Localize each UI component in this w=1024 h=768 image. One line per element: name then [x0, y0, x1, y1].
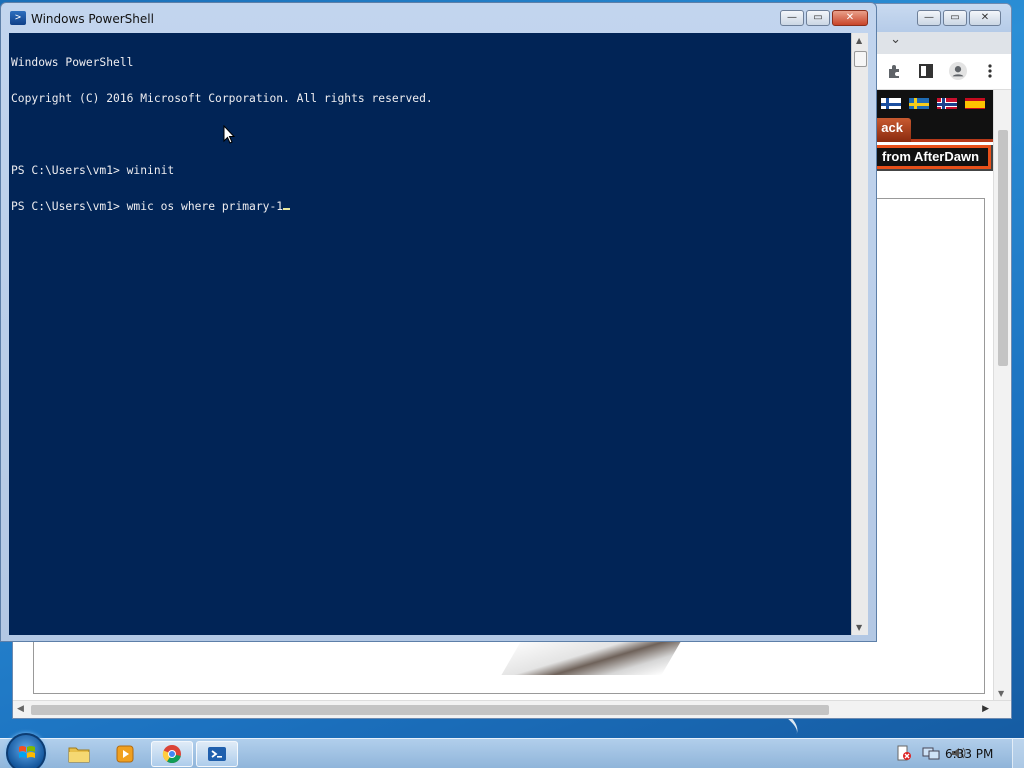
menu-icon[interactable] [981, 62, 999, 80]
powershell-icon [208, 747, 226, 761]
console-line: Windows PowerShell [11, 56, 134, 69]
text-cursor [283, 208, 291, 210]
sweden-flag-icon[interactable] [909, 96, 929, 109]
maximize-button[interactable]: ▭ [806, 10, 830, 26]
media-player-icon [116, 745, 134, 763]
action-center-icon[interactable] [896, 745, 912, 765]
powershell-window: > Windows PowerShell — ▭ ✕ Windows Power… [0, 2, 877, 642]
close-button[interactable]: ✕ [832, 10, 868, 26]
spain-flag-icon[interactable] [965, 96, 985, 109]
minimize-button[interactable]: — [780, 10, 804, 26]
side-panel-icon[interactable] [917, 62, 935, 80]
browser-minimize-button[interactable]: — [917, 10, 941, 26]
console-vertical-scrollbar[interactable]: ▲ ▼ [851, 33, 868, 635]
console-line: PS C:\Users\vm1> wininit [11, 164, 175, 177]
scroll-left-arrow-icon[interactable]: ◀ [17, 704, 24, 714]
scroll-right-arrow-icon[interactable]: ▶ [982, 704, 989, 714]
scroll-down-arrow-icon[interactable]: ▼ [856, 623, 862, 632]
browser-vertical-scrollbar[interactable]: ▼ [993, 90, 1011, 700]
console-input-line[interactable]: PS C:\Users\vm1> wmic os where primary-1 [11, 201, 849, 213]
powershell-app-icon[interactable]: > [10, 11, 26, 25]
site-nav-button[interactable]: ack [873, 118, 911, 142]
powershell-caption-bar[interactable]: > Windows PowerShell — ▭ ✕ [1, 3, 876, 33]
browser-vscroll-thumb[interactable] [998, 130, 1008, 366]
console-line: Copyright (C) 2016 Microsoft Corporation… [11, 92, 433, 105]
norway-flag-icon[interactable] [937, 96, 957, 109]
scroll-up-arrow-icon[interactable]: ▲ [856, 36, 862, 45]
profile-icon[interactable] [949, 62, 967, 80]
chrome-taskbar-button[interactable] [151, 741, 193, 767]
taskbar: 6:33 PM [0, 733, 1024, 768]
chrome-icon [162, 745, 181, 764]
windows-logo-icon [19, 746, 35, 758]
media-player-taskbar-button[interactable] [104, 741, 146, 767]
console-current-command: PS C:\Users\vm1> wmic os where primary-1 [11, 200, 284, 213]
show-desktop-button[interactable] [1012, 739, 1024, 768]
network-icon[interactable] [922, 745, 940, 765]
scroll-down-arrow-icon[interactable]: ▼ [998, 689, 1004, 698]
console-scroll-thumb[interactable] [854, 51, 867, 67]
browser-horizontal-scrollbar[interactable]: ◀ ▶ [13, 700, 1011, 718]
browser-maximize-button[interactable]: ▭ [943, 10, 967, 26]
finland-flag-icon[interactable] [881, 96, 901, 109]
taskbar-clock[interactable]: 6:33 PM [945, 747, 993, 761]
powershell-taskbar-button[interactable] [196, 741, 238, 767]
afterdawn-banner[interactable]: from AfterDawn [871, 145, 991, 169]
start-button[interactable] [6, 733, 46, 768]
console-output[interactable]: Windows PowerShell Copyright (C) 2016 Mi… [9, 33, 851, 635]
tab-search-chevron-icon[interactable]: ⌄ [890, 32, 901, 47]
extensions-icon[interactable] [885, 62, 903, 80]
browser-close-button[interactable]: ✕ [969, 10, 1001, 26]
window-title: Windows PowerShell [31, 12, 154, 26]
file-explorer-taskbar-button[interactable] [58, 741, 100, 767]
mouse-pointer-icon [223, 124, 236, 148]
file-explorer-icon [68, 747, 90, 763]
browser-hscroll-thumb[interactable] [31, 705, 829, 715]
